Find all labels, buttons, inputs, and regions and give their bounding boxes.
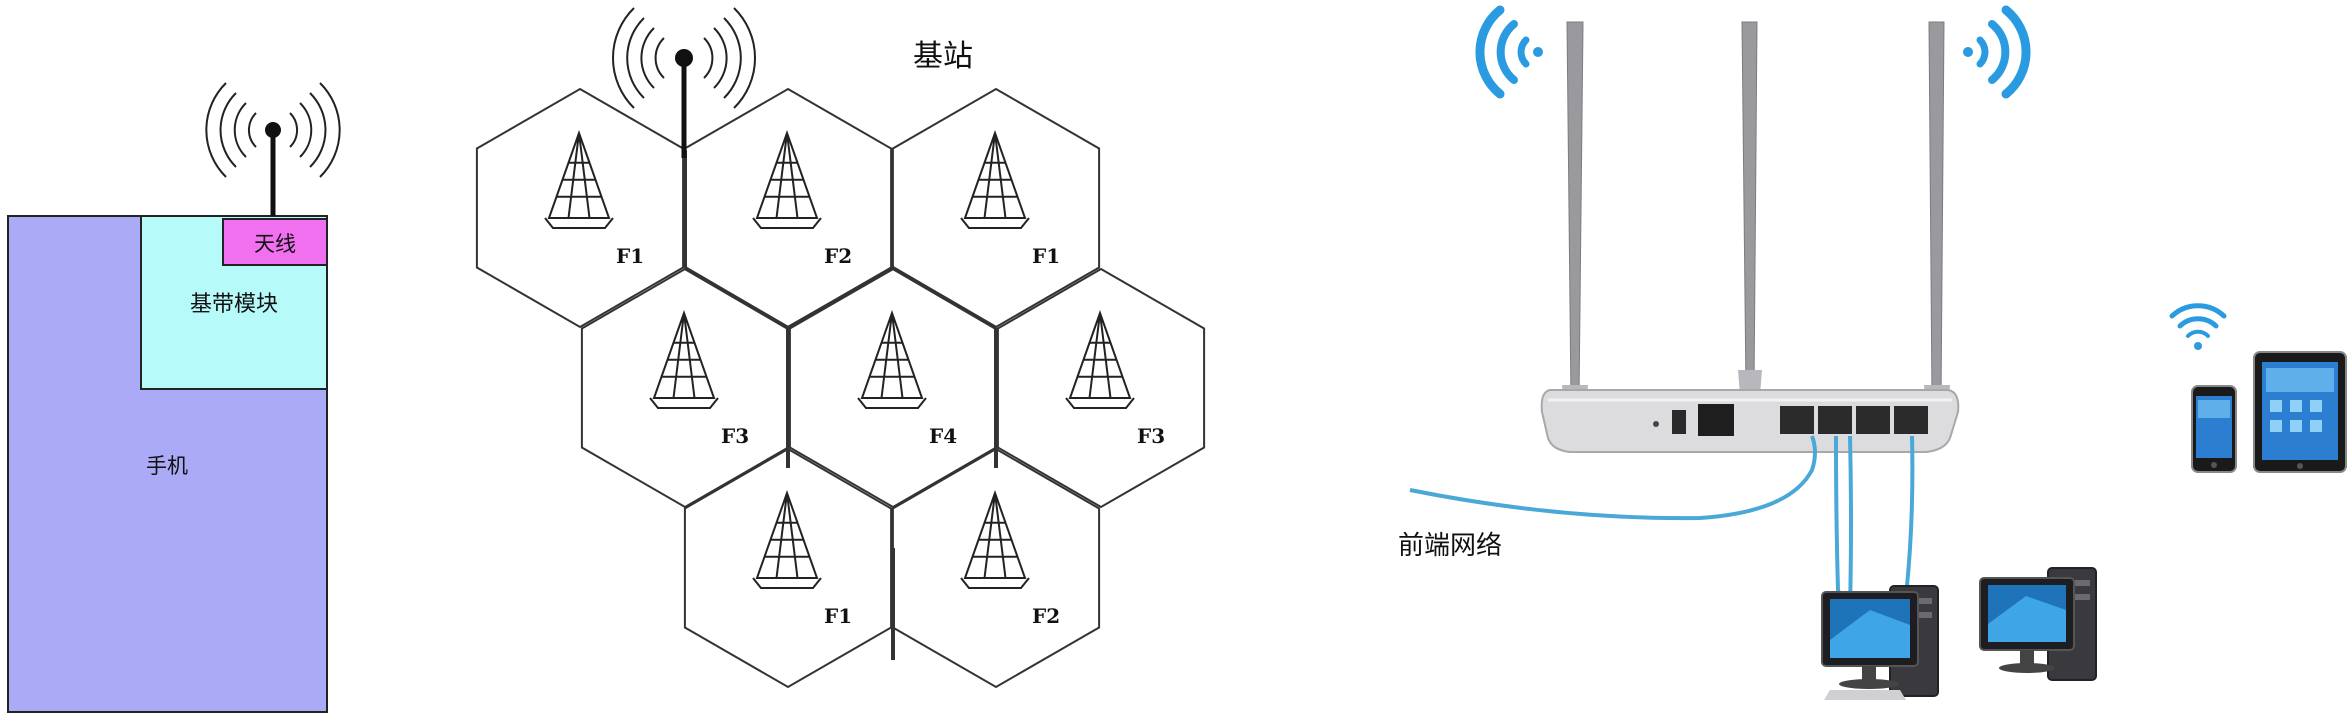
cell-network-diagram: 基站 F1 F2 F1 F3 F4 F3 F1 F2 (475, 7, 1206, 689)
smartphone-device (2191, 385, 2237, 473)
diagram-canvas: 天线 基带模块 手机 基站 F1 F2 F1 F3 F4 F3 F1 F2 前端网络 (7, 5, 2347, 713)
tablet-device (2253, 351, 2347, 473)
router-antennas (1562, 21, 1950, 412)
router-antenna-right (1928, 21, 1945, 401)
router-diagram: 前端网络 (1398, 5, 2347, 700)
cell-frequency-label: F1 (1032, 244, 1060, 268)
router-power-jack (1672, 410, 1686, 434)
router-lan-port-3 (1856, 406, 1890, 434)
pc1-cable-b (1848, 435, 1853, 611)
router-lan-port-2 (1818, 406, 1852, 434)
network-cables (1409, 435, 1915, 611)
cell-frequency-label: F3 (721, 424, 749, 448)
cell-frequency-label: F2 (824, 244, 852, 268)
antenna-label: 天线 (254, 232, 296, 256)
devices-wifi-icon (2169, 303, 2227, 350)
cell-frequency-label: F1 (824, 604, 852, 628)
router-wan-port (1698, 404, 1734, 436)
baseband-label: 基带模块 (190, 292, 278, 317)
pc2-cable (1904, 435, 1915, 597)
pc1-cable-a (1834, 435, 1844, 601)
router-antenna-middle (1741, 21, 1758, 391)
cells: F1 F2 F1 F3 F4 F3 F1 F2 (475, 87, 1206, 689)
router-reset-hole (1653, 421, 1659, 427)
phone-antenna-icon (205, 82, 341, 216)
router-lan-port-1 (1780, 406, 1814, 434)
router-wifi-right-icon (1963, 5, 2031, 99)
computer-1 (1821, 585, 1939, 700)
phone-label: 手机 (146, 454, 188, 478)
phone-diagram: 天线 基带模块 手机 (7, 82, 341, 713)
router-lan-port-4 (1894, 406, 1928, 434)
router-antenna-left (1566, 21, 1584, 401)
base-station-title: 基站 (913, 39, 973, 74)
front-end-network-label: 前端网络 (1398, 531, 1502, 561)
router-body (1540, 389, 1960, 453)
cell-frequency-label: F3 (1137, 424, 1165, 448)
cell-frequency-label: F1 (616, 244, 644, 268)
cell-frequency-label: F4 (929, 424, 957, 448)
router-wifi-left-icon (1475, 5, 1543, 99)
computer-2 (1979, 567, 2097, 681)
cell-frequency-label: F2 (1032, 604, 1060, 628)
